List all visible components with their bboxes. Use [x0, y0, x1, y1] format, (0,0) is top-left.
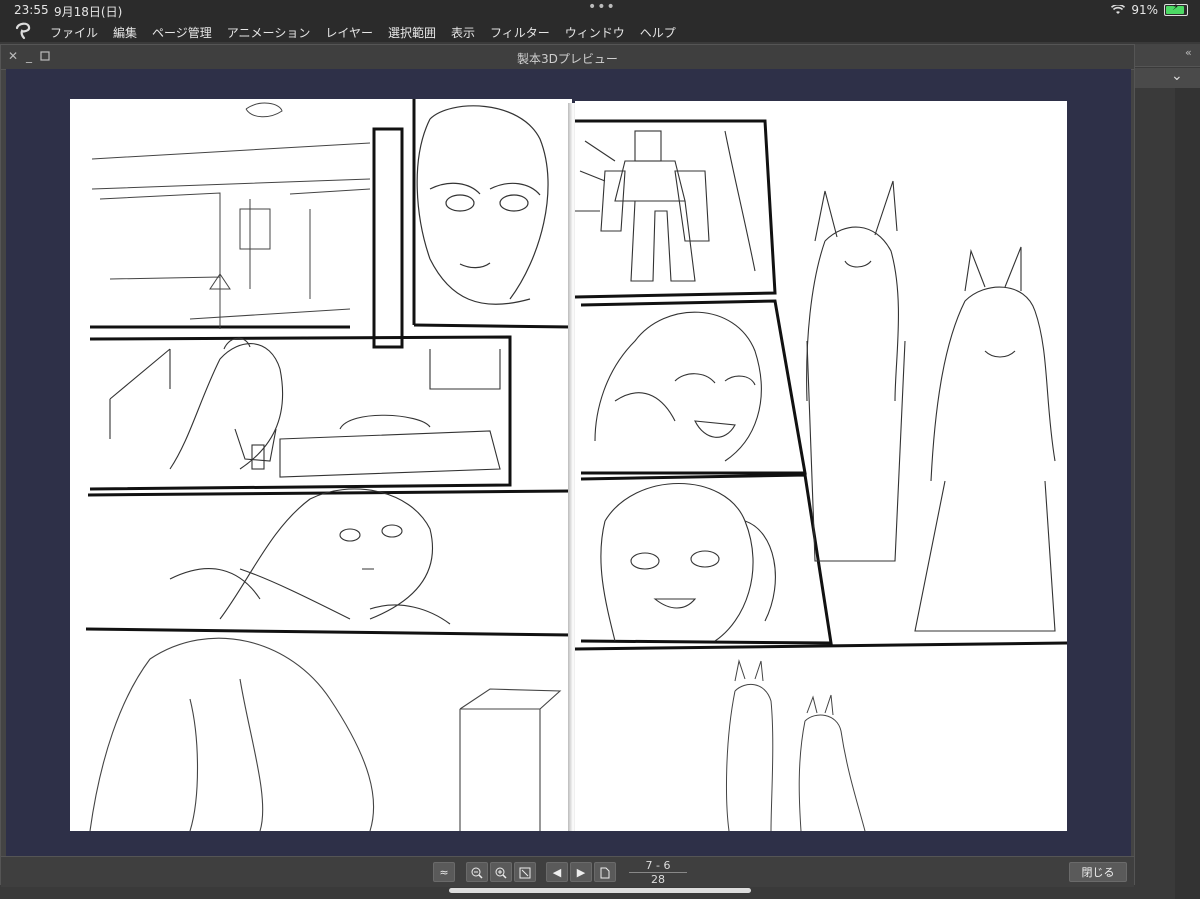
book-3d-preview-dialog: ✕ _ 製本3Dプレビュー ≈ ◀ ▶ 7 - 6 28 閉じる: [0, 44, 1135, 887]
menu-item-6[interactable]: 選択範囲: [388, 24, 436, 41]
wifi-icon: [1111, 5, 1126, 14]
toggle-view-button[interactable]: ≈: [433, 862, 455, 882]
wave-icon: ≈: [439, 866, 449, 879]
battery-percent: 91%: [1131, 3, 1158, 17]
home-indicator[interactable]: [449, 888, 751, 893]
zoom-out-button[interactable]: [466, 862, 488, 882]
menu-item-9[interactable]: ウィンドウ: [565, 24, 625, 41]
zoom-in-button[interactable]: [490, 862, 512, 882]
prev-page-button[interactable]: ◀: [546, 862, 568, 882]
right-page: [574, 101, 1068, 832]
multitasking-dots-icon[interactable]: •••: [588, 0, 616, 15]
status-time: 23:55: [14, 3, 49, 17]
menu-item-10[interactable]: ヘルプ: [640, 24, 676, 41]
left-page: [70, 99, 573, 832]
right-panel-strip: « ⌄: [1135, 44, 1200, 899]
chevron-down-icon[interactable]: ⌄: [1171, 68, 1183, 84]
preview-viewport[interactable]: [6, 69, 1131, 856]
status-date: 9月18日(日): [54, 5, 123, 19]
dialog-title: 製本3Dプレビュー: [517, 52, 618, 66]
next-page-icon: ▶: [576, 866, 586, 879]
total-pages: 28: [651, 873, 665, 886]
menu-item-7[interactable]: 表示: [451, 24, 475, 41]
left-page-artwork: [85, 99, 573, 832]
right-panel-column: [1175, 88, 1200, 899]
dialog-titlebar: ✕ _ 製本3Dプレビュー: [1, 45, 1134, 70]
battery-icon: ⚡: [1164, 2, 1188, 16]
menu-item-2[interactable]: 編集: [113, 24, 137, 41]
clip-studio-logo-icon[interactable]: [14, 22, 34, 40]
preview-toolbar: ≈ ◀ ▶ 7 - 6 28 閉じる: [1, 856, 1134, 887]
next-page-button[interactable]: ▶: [570, 862, 592, 882]
close-button[interactable]: 閉じる: [1069, 862, 1127, 882]
right-panel-header: «: [1135, 44, 1200, 67]
page-indicator: 7 - 6 28: [623, 859, 693, 886]
menu-bar: ファイル 編集 ページ管理 アニメーション レイヤー 選択範囲 表示 フィルター ウィンドウ ヘル…: [0, 20, 1200, 42]
status-right: 91% ⚡: [1111, 2, 1188, 17]
menu-item-8[interactable]: フィルター: [490, 24, 550, 41]
right-page-artwork: [574, 119, 1068, 832]
zoom-in-icon: [495, 867, 507, 879]
spread-pages: 7 - 6: [645, 859, 671, 872]
menu-item-4[interactable]: アニメーション: [227, 24, 311, 41]
menu-item-3[interactable]: ページ管理: [152, 24, 212, 41]
prev-page-icon: ◀: [552, 866, 562, 879]
collapse-icon[interactable]: «: [1185, 46, 1192, 59]
menu-item-1[interactable]: ファイル: [50, 24, 98, 41]
fit-button[interactable]: [514, 862, 536, 882]
fit-icon: [519, 867, 531, 879]
zoom-out-icon: [471, 867, 483, 879]
right-panel-bar: ⌄: [1135, 68, 1200, 88]
status-bar: 23:55 9月18日(日) ••• 91% ⚡: [0, 0, 1200, 20]
single-page-button[interactable]: [594, 862, 616, 882]
main-menu: ファイル 編集 ページ管理 アニメーション レイヤー 選択範囲 表示 フィルター ウィンドウ ヘル…: [50, 24, 691, 41]
menu-item-5[interactable]: レイヤー: [325, 24, 373, 41]
single-page-icon: [600, 867, 610, 879]
